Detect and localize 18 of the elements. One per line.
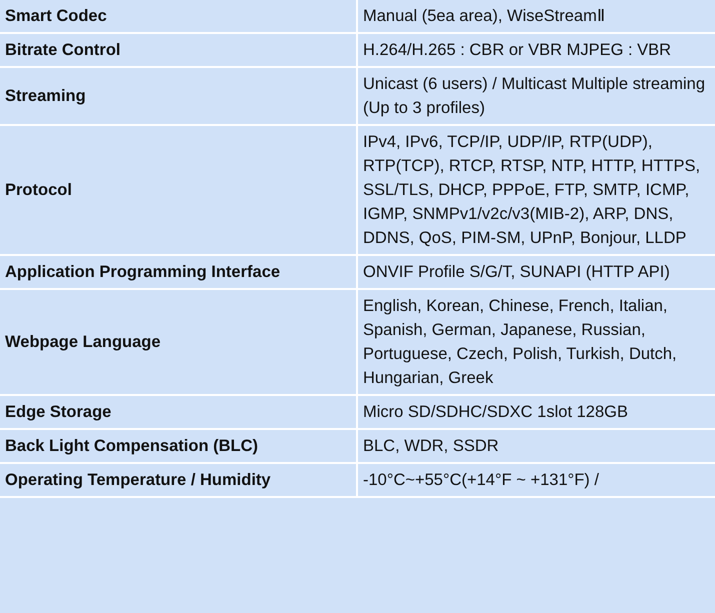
spec-value: English, Korean, Chinese, French, Italian, Spanish, German, Japanese, Russian, Portuguese, Czech, Polish, Turkish, Dutch, Hungarian, Greek <box>357 289 715 395</box>
spec-label: Bitrate Control <box>0 33 357 67</box>
spec-label: Smart Codec <box>0 0 357 33</box>
spec-label: Operating Temperature / Humidity <box>0 463 357 497</box>
spec-value: Unicast (6 users) / Multicast Multiple streaming (Up to 3 profiles) <box>357 67 715 125</box>
spec-label: Streaming <box>0 67 357 125</box>
spec-value: BLC, WDR, SSDR <box>357 429 715 463</box>
spec-label: Back Light Compensation (BLC) <box>0 429 357 463</box>
spec-value: Manual (5ea area), WiseStreamⅡ <box>357 0 715 33</box>
spec-value: ONVIF Profile S/G/T, SUNAPI (HTTP API) <box>357 255 715 289</box>
spec-label: Edge Storage <box>0 395 357 429</box>
spec-value: IPv4, IPv6, TCP/IP, UDP/IP, RTP(UDP), RTP(TCP), RTCP, RTSP, NTP, HTTP, HTTPS, SSL/TLS, DHCP, PPPoE, FTP, SMTP, ICMP, IGMP, SNMPv1/v2c/v3(MIB-2), ARP, DNS, DDNS, QoS, PIM-SM, UPnP, Bonjour, LLDP <box>357 125 715 255</box>
spec-value: Micro SD/SDHC/SDXC 1slot 128GB <box>357 395 715 429</box>
spec-label: Webpage Language <box>0 289 357 395</box>
spec-label: Protocol <box>0 125 357 255</box>
spec-value: -10°C~+55°C(+14°F ~ +131°F) / <box>357 463 715 497</box>
spec-value: H.264/H.265 : CBR or VBR MJPEG : VBR <box>357 33 715 67</box>
spec-label: Application Programming Interface <box>0 255 357 289</box>
